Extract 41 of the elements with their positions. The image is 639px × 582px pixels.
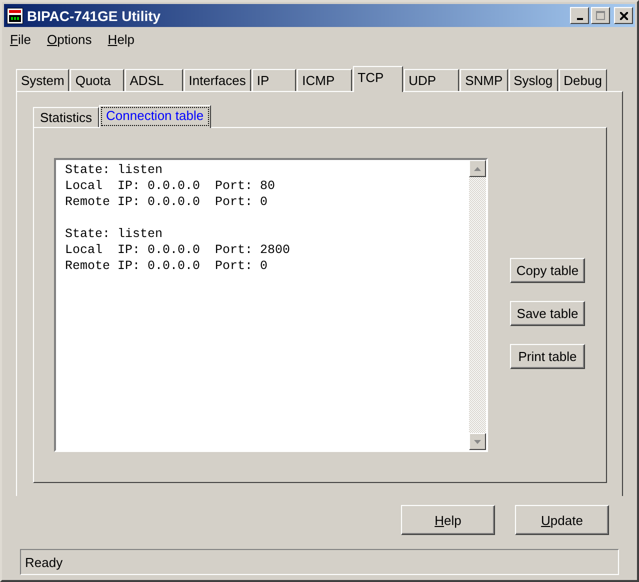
dialog-button[interactable]: Help [401, 505, 495, 535]
tab[interactable]: TCP [352, 66, 403, 92]
menu-item[interactable]: Help [108, 32, 135, 48]
scroll-up-button[interactable] [469, 160, 486, 177]
minimize-button[interactable] [570, 7, 589, 24]
status-text: Ready [25, 554, 63, 570]
connection-line: Remote IP: 0.0.0.0 Port: 0 [65, 258, 269, 274]
connection-line: Local IP: 0.0.0.0 Port: 80 [65, 178, 276, 194]
connection-line: State: listen [65, 226, 164, 242]
connection-line: State: listen [65, 162, 164, 178]
tab[interactable]: ADSL [124, 69, 183, 91]
tab[interactable]: Syslog [508, 69, 558, 91]
up-arrow-icon [474, 166, 481, 170]
menu-item[interactable]: File [10, 32, 31, 48]
dialog-button[interactable]: Update [515, 505, 609, 535]
close-icon [620, 12, 628, 20]
tab[interactable]: ICMP [297, 69, 352, 91]
window-title: BIPAC-741GE Utility [27, 8, 162, 24]
scrollbar[interactable] [469, 160, 486, 450]
connection-line: Local IP: 0.0.0.0 Port: 2800 [65, 242, 292, 258]
tab[interactable]: Quota [70, 69, 124, 91]
tab[interactable]: IP [252, 69, 296, 91]
scroll-down-button[interactable] [469, 433, 486, 450]
connection-line: Remote IP: 0.0.0.0 Port: 0 [65, 194, 269, 210]
table-button[interactable]: Save table [510, 301, 585, 326]
down-arrow-icon [474, 440, 481, 444]
tab[interactable]: Debug [558, 69, 607, 91]
app-icon [7, 8, 23, 24]
connection-text-area[interactable]: State: listen Local IP: 0.0.0.0 Port: 80 Remote IP: 0.0.0.0 Port: 0 State: listen Local IP: 0.0.0.0 Port: 2800 Remote IP: 0.0.0.0 Port: 0 [54, 158, 488, 452]
table-button[interactable]: Print table [510, 344, 585, 369]
tab[interactable]: SNMP [460, 69, 508, 91]
maximize-button[interactable] [591, 7, 610, 24]
maximize-icon [596, 11, 605, 20]
tab[interactable]: UDP [404, 69, 460, 91]
close-button[interactable] [614, 7, 633, 24]
tab[interactable]: Interfaces [184, 69, 251, 91]
table-button[interactable]: Copy table [510, 258, 585, 283]
tab[interactable]: System [16, 69, 70, 91]
menu-item[interactable]: Options [46, 32, 92, 48]
tab[interactable]: Connection table [99, 105, 211, 128]
minimize-icon [576, 18, 582, 20]
